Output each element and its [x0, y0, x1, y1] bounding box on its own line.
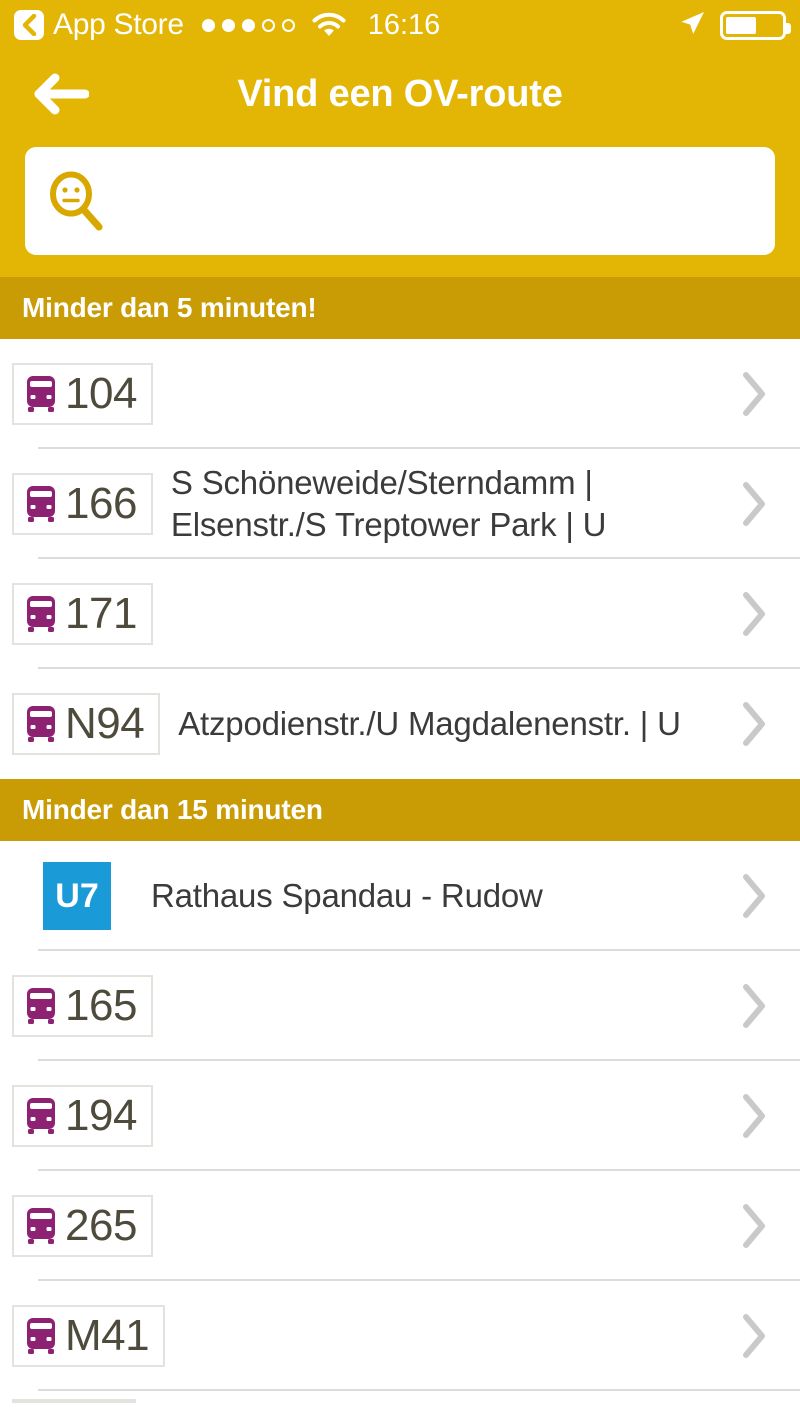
- search-face-magnifier-icon: [47, 170, 105, 232]
- route-number: 171: [65, 588, 137, 638]
- route-description: Atzpodienstr./U Magdalenenstr. | U: [178, 704, 681, 742]
- route-number: 104: [65, 368, 137, 418]
- table-row[interactable]: 194: [0, 1061, 800, 1171]
- route-description: S Schöneweide/Sterndamm | Elsenstr./S Tr…: [170, 463, 607, 543]
- back-button[interactable]: [30, 70, 90, 118]
- chevron-right-icon[interactable]: [708, 590, 800, 638]
- table-row[interactable]: 265: [0, 1171, 800, 1281]
- chevron-right-icon[interactable]: [708, 982, 800, 1030]
- table-row[interactable]: 171: [0, 559, 800, 669]
- chevron-right-icon[interactable]: [708, 480, 800, 528]
- table-row[interactable]: M41: [0, 1281, 800, 1391]
- route-badge-cell: 104: [0, 362, 153, 426]
- route-list-under-15-min: U7 Rathaus Spandau - Rudow 165 194 265 M…: [0, 841, 800, 1403]
- signal-dot: [281, 18, 295, 32]
- signal-dot: [261, 18, 275, 32]
- route-badge-cell: N94: [0, 692, 161, 756]
- chevron-right-icon[interactable]: [708, 1312, 800, 1360]
- search-input[interactable]: [117, 184, 753, 218]
- bus-icon: [27, 486, 55, 522]
- chevron-right-icon[interactable]: [708, 700, 800, 748]
- route-number: 165: [65, 980, 137, 1030]
- status-back-chip[interactable]: [14, 10, 44, 40]
- bus-icon: [27, 1208, 55, 1244]
- bus-icon: [27, 988, 55, 1024]
- section-header-under-15-min: Minder dan 15 minuten: [0, 779, 800, 841]
- status-bar: App Store 16:16: [0, 0, 800, 50]
- back-chevron-icon: [22, 14, 37, 36]
- bus-route-badge: 104: [12, 362, 153, 426]
- route-number: 194: [65, 1090, 137, 1140]
- bus-icon: [27, 706, 55, 742]
- route-badge-cell: 165: [0, 974, 153, 1038]
- route-badge-cell: 265: [0, 1194, 153, 1258]
- table-row-partial[interactable]: [0, 1391, 800, 1403]
- chevron-right-icon[interactable]: [708, 1092, 800, 1140]
- chevron-right-icon[interactable]: [708, 370, 800, 418]
- section-title: Minder dan 5 minuten!: [22, 292, 317, 323]
- status-back-app-label[interactable]: App Store: [53, 10, 184, 40]
- route-number: 265: [65, 1200, 137, 1250]
- back-arrow-icon: [34, 73, 89, 115]
- chevron-right-icon[interactable]: [708, 872, 800, 920]
- route-number: U7: [55, 876, 99, 915]
- bus-route-badge: 171: [12, 582, 153, 646]
- table-row[interactable]: 166 S Schöneweide/Sterndamm | Elsenstr./…: [0, 449, 800, 559]
- route-number: N94: [65, 698, 145, 748]
- bus-icon: [27, 376, 55, 412]
- bus-route-badge: 166: [12, 472, 153, 536]
- bus-route-badge: 265: [12, 1194, 153, 1258]
- table-row[interactable]: 104: [0, 339, 800, 449]
- section-header-under-5-min: Minder dan 5 minuten!: [0, 277, 800, 339]
- bus-route-badge: M41: [12, 1304, 166, 1368]
- signal-dot: [241, 18, 255, 32]
- wifi-icon: [312, 12, 346, 38]
- bus-icon: [27, 1318, 55, 1354]
- bus-route-badge: 165: [12, 974, 153, 1038]
- route-badge-cell: 194: [0, 1084, 153, 1148]
- route-description: Rathaus Spandau - Rudow: [151, 876, 543, 914]
- app-screen: App Store 16:16 Vind een OV-route Minder…: [0, 0, 800, 1420]
- bus-route-badge-partial: [12, 1399, 136, 1403]
- route-list-under-5-min: 104 166 S Schöneweide/Sterndamm | Elsens…: [0, 339, 800, 779]
- signal-strength-icon: [201, 18, 295, 32]
- page-title: Vind een OV-route: [237, 72, 563, 115]
- search-box[interactable]: [25, 147, 775, 255]
- app-header: Vind een OV-route: [0, 50, 800, 138]
- route-badge-cell: U7: [0, 862, 111, 930]
- table-row[interactable]: N94 Atzpodienstr./U Magdalenenstr. | U: [0, 669, 800, 779]
- battery-icon: [720, 10, 791, 40]
- bus-icon: [27, 596, 55, 632]
- search-bar-container: [0, 138, 800, 277]
- route-number: M41: [65, 1310, 150, 1360]
- route-badge-cell: 166: [0, 472, 153, 536]
- signal-dot: [201, 18, 215, 32]
- bus-route-badge: N94: [12, 692, 161, 756]
- bus-route-badge: 194: [12, 1084, 153, 1148]
- bus-icon: [27, 1098, 55, 1134]
- table-row[interactable]: U7 Rathaus Spandau - Rudow: [0, 841, 800, 951]
- location-arrow-icon: [678, 9, 706, 42]
- route-badge-cell: M41: [0, 1304, 166, 1368]
- metro-route-badge: U7: [43, 862, 111, 930]
- route-number: 166: [65, 478, 137, 528]
- route-badge-cell: 171: [0, 582, 153, 646]
- section-title: Minder dan 15 minuten: [22, 794, 323, 825]
- signal-dot: [221, 18, 235, 32]
- table-row[interactable]: 165: [0, 951, 800, 1061]
- status-clock: 16:16: [367, 8, 441, 41]
- chevron-right-icon[interactable]: [708, 1202, 800, 1250]
